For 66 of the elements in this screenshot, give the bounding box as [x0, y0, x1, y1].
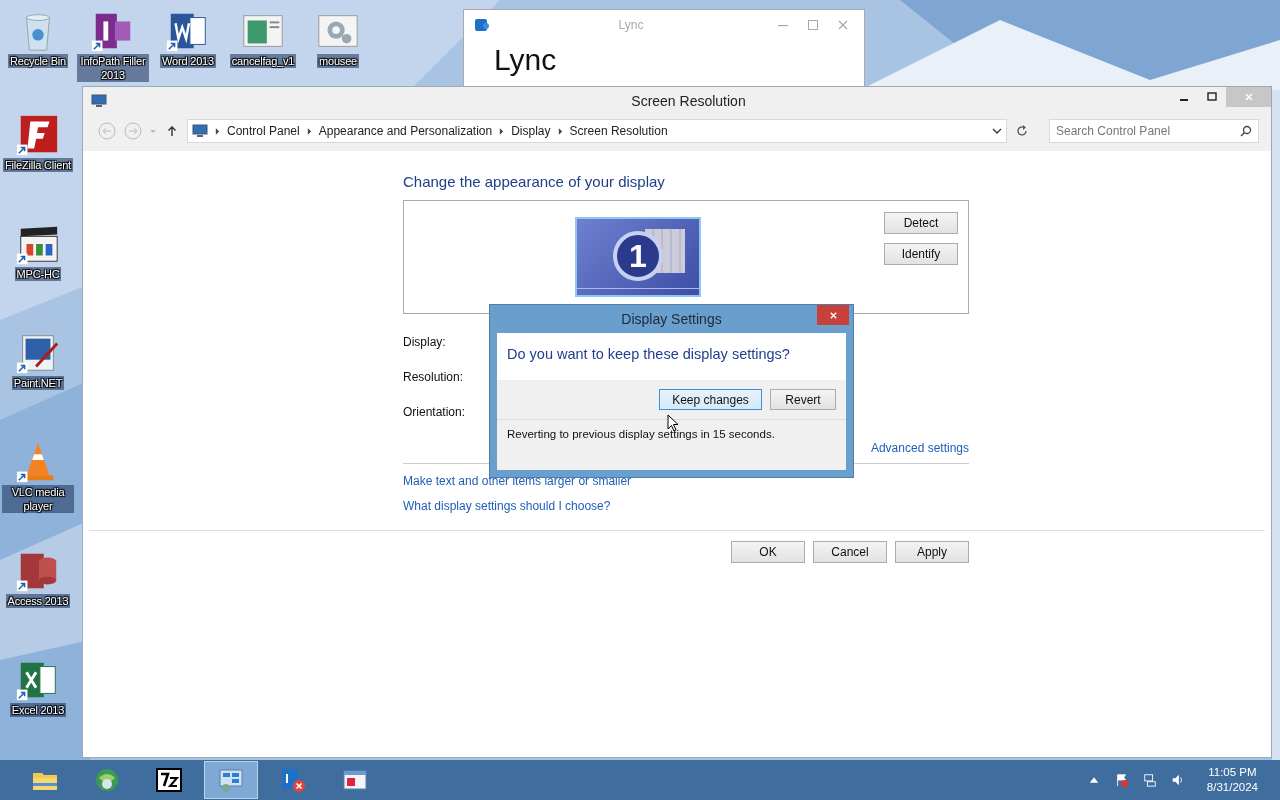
- app-icon: [474, 17, 490, 33]
- chat-app-icon: [279, 766, 307, 794]
- close-icon: [828, 310, 838, 320]
- breadcrumb-item[interactable]: Display: [511, 124, 551, 138]
- dialog-button[interactable]: Revert: [770, 389, 836, 410]
- close-icon: [1243, 92, 1254, 102]
- chevron-icon: [215, 127, 220, 135]
- icon-label: Excel 2013: [9, 703, 67, 717]
- monitor-icon: [192, 124, 208, 138]
- countdown-text: Reverting to previous display settings in 15 seconds.: [497, 420, 846, 470]
- help-link[interactable]: Make text and other items larger or smaller: [403, 473, 632, 489]
- network-icon[interactable]: [1142, 773, 1157, 787]
- app-logo: Lync: [494, 44, 557, 76]
- minimize-icon: [1180, 99, 1188, 101]
- refresh-icon[interactable]: [1015, 124, 1029, 138]
- dropdown-icon[interactable]: [992, 127, 1002, 135]
- icon-label: Access 2013: [5, 594, 71, 608]
- archive-icon: [155, 766, 183, 794]
- dialog-question: Do you want to keep these display settings?: [506, 345, 791, 364]
- panel-button[interactable]: Identify: [884, 243, 958, 265]
- icon-label: VLC media player: [2, 485, 74, 513]
- up-arrow-icon[interactable]: [167, 125, 177, 137]
- breadcrumb-item[interactable]: Control Panel: [227, 124, 300, 138]
- page-heading: Change the appearance of your display: [403, 173, 666, 190]
- time-text: 11:05 PM: [1208, 765, 1257, 780]
- search-field[interactable]: Search Control Panel: [1049, 119, 1259, 143]
- speaker-icon[interactable]: [1170, 773, 1185, 787]
- icon-label: FileZilla Client: [3, 158, 73, 172]
- icon-label: MPC-HC: [14, 267, 62, 281]
- panel-button[interactable]: Detect: [884, 212, 958, 234]
- icon-label: Recycle Bin: [8, 54, 68, 68]
- chevron-icon: [557, 127, 563, 135]
- monitor-drawing[interactable]: 1: [575, 217, 701, 297]
- dialog-button[interactable]: Keep changes: [659, 389, 762, 410]
- monitor-number: 1: [613, 231, 663, 281]
- icon-label: cancelfag_v1: [229, 54, 297, 68]
- footer-button[interactable]: OK: [731, 541, 805, 563]
- chevron-icon: [499, 127, 505, 135]
- icon-label: mousee: [317, 54, 359, 68]
- help-link[interactable]: What display settings should I choose?: [403, 498, 611, 514]
- flag-icon[interactable]: [1114, 773, 1129, 787]
- breadcrumb-item[interactable]: Screen Resolution: [569, 124, 668, 138]
- footer-button[interactable]: Cancel: [813, 541, 887, 563]
- field-label: Orientation:: [403, 404, 467, 420]
- globe-icon: [93, 766, 121, 794]
- maximize-icon: [1207, 92, 1217, 102]
- icon-label: InfoPath Filler 2013: [77, 54, 149, 82]
- chevron-icon: [306, 127, 312, 135]
- breadcrumb-item[interactable]: Appearance and Personalization: [318, 124, 493, 138]
- window-title: Lync: [617, 18, 645, 32]
- advanced-settings-link[interactable]: Advanced settings: [870, 441, 969, 455]
- date-text: 8/31/2024: [1206, 780, 1258, 795]
- field-label: Resolution:: [403, 369, 465, 385]
- dialog-title: Display Settings: [620, 311, 723, 327]
- clock[interactable]: 11:05 PM 8/31/2024: [1198, 765, 1280, 795]
- monitor-icon: [91, 94, 107, 108]
- footer-button[interactable]: Apply: [895, 541, 969, 563]
- control-panel-icon: [217, 766, 245, 794]
- address-bar[interactable]: Control Panel Appearance and Personalization Display Screen Resolution: [187, 119, 1007, 143]
- window-title: Screen Resolution: [630, 93, 747, 109]
- field-label: Display:: [403, 334, 447, 350]
- icon-label: Word 2013: [160, 54, 216, 68]
- search-icon: [1240, 125, 1252, 137]
- icon-label: Paint.NET: [11, 376, 65, 390]
- close-button[interactable]: [817, 305, 849, 325]
- cursor-icon: [667, 414, 679, 432]
